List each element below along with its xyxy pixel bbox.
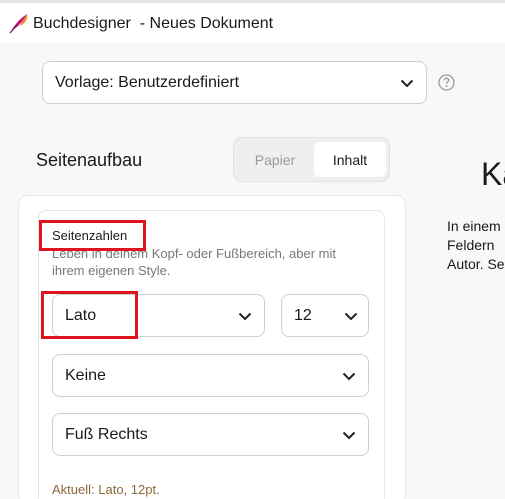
style-select-value: Keine <box>65 366 106 384</box>
template-select-value: Vorlage: Benutzerdefiniert <box>55 73 240 91</box>
highlight-box-font <box>41 291 138 339</box>
current-font-summary: Aktuell: Lato, 12pt. <box>52 482 160 497</box>
section-heading: Seitenaufbau <box>36 150 143 170</box>
font-size-select[interactable]: 12 <box>281 294 369 337</box>
help-icon[interactable] <box>438 74 455 91</box>
position-select[interactable]: Fuß Rechts <box>52 413 369 456</box>
preview-heading: Ka <box>481 156 505 192</box>
position-select-value: Fuß Rechts <box>65 425 148 443</box>
preview-text: In einem Feldern Autor. Se <box>447 218 505 272</box>
highlight-box-title <box>39 220 146 251</box>
tab-content[interactable]: Inhalt <box>314 142 386 177</box>
title-bar: Buchdesigner - Neues Dokument <box>0 3 505 43</box>
chevron-down-icon <box>342 372 356 381</box>
feather-logo-icon <box>9 14 28 34</box>
chevron-down-icon <box>344 312 358 321</box>
chevron-down-icon <box>238 312 252 321</box>
chevron-down-icon <box>342 431 356 440</box>
chevron-down-icon <box>400 79 414 88</box>
font-size-value: 12 <box>294 306 312 324</box>
style-select[interactable]: Keine <box>52 354 369 397</box>
window-title: Buchdesigner - Neues Dokument <box>33 15 274 32</box>
tab-paper[interactable]: Papier <box>237 142 313 177</box>
template-select[interactable]: Vorlage: Benutzerdefiniert <box>42 61 427 104</box>
layout-tab-switch: Papier Inhalt <box>233 137 390 182</box>
